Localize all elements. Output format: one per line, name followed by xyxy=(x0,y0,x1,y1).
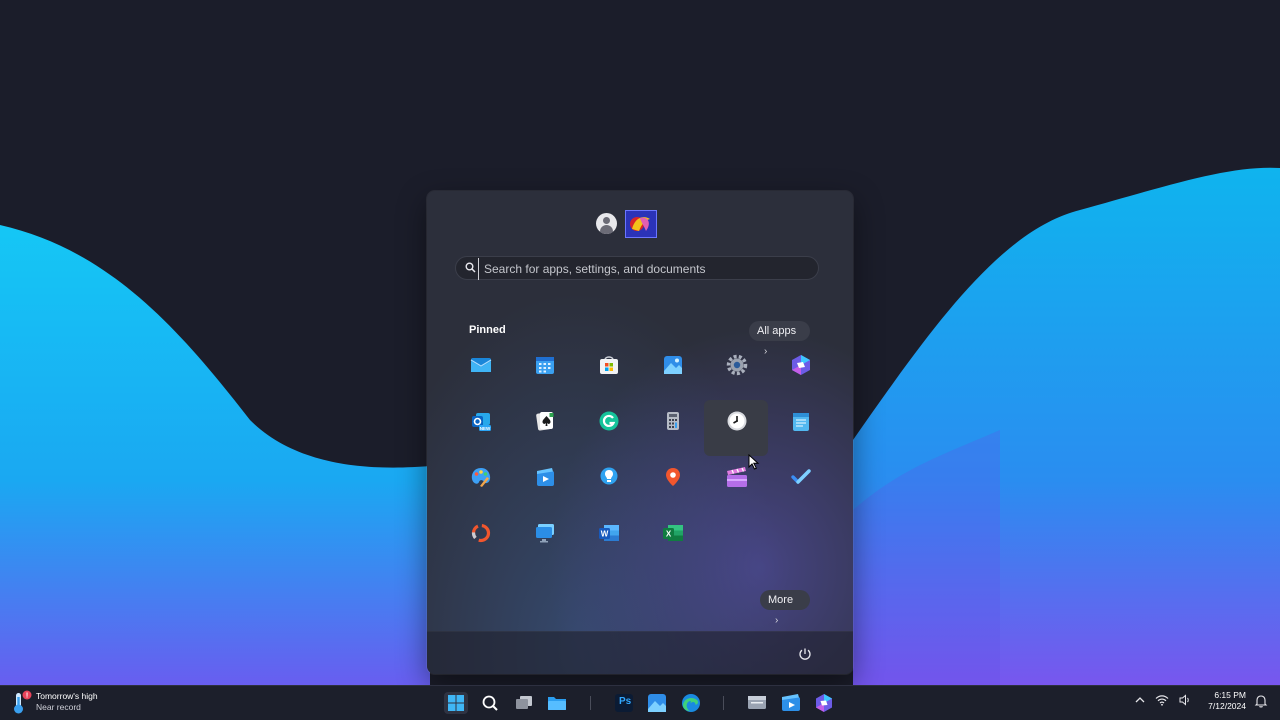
pinned-app-clipchamp[interactable] xyxy=(512,456,576,512)
pinned-app-photos[interactable] xyxy=(640,344,704,400)
file-explorer-icon xyxy=(548,697,566,710)
tray-overflow-chevron-icon[interactable] xyxy=(1134,694,1146,709)
excel-icon: X xyxy=(663,525,683,541)
svg-text:W: W xyxy=(601,530,609,539)
pinned-app-excel[interactable]: X xyxy=(640,512,704,568)
weather-widget[interactable]: ! Tomorrow's high Near record xyxy=(10,689,120,717)
pinned-app-solitaire[interactable] xyxy=(512,400,576,456)
settings-gear-icon xyxy=(726,354,748,376)
todo-icon xyxy=(791,469,811,484)
taskbar-separator xyxy=(590,696,591,710)
pinned-app-calendar[interactable] xyxy=(512,344,576,400)
taskbar-separator xyxy=(723,696,724,710)
word-icon: W xyxy=(599,525,619,541)
solitaire-icon xyxy=(536,412,554,431)
chevron-right-icon: › xyxy=(775,615,779,626)
clipchamp-icon xyxy=(782,694,800,711)
more-button[interactable]: More › xyxy=(760,590,810,626)
mail-icon xyxy=(470,358,492,372)
taskbar-search-button[interactable] xyxy=(478,692,502,714)
account-logo-avatar[interactable] xyxy=(625,210,657,238)
svg-text:NEW: NEW xyxy=(480,426,491,431)
volume-icon[interactable] xyxy=(1178,694,1192,709)
clock-time: 6:15 PM xyxy=(1214,690,1246,700)
avatar-body-shape xyxy=(600,225,613,234)
start-menu: Pinned All apps› xyxy=(427,191,853,674)
pinned-app-notepad[interactable] xyxy=(768,400,832,456)
pinned-app-maps[interactable] xyxy=(640,456,704,512)
photos-icon xyxy=(664,356,682,374)
clapboard-icon xyxy=(727,467,747,487)
pinned-app-mail[interactable] xyxy=(448,344,512,400)
start-menu-footer xyxy=(427,631,853,674)
taskbar-clipchamp-button[interactable] xyxy=(779,692,803,714)
taskbar-start-button[interactable] xyxy=(444,692,468,714)
photoshop-label: Ps xyxy=(619,696,632,707)
taskbar: ! Tomorrow's high Near record Ps 6:15 PM… xyxy=(0,685,1280,720)
search-input[interactable] xyxy=(478,258,816,280)
pinned-section-title: Pinned xyxy=(469,324,506,336)
tips-icon xyxy=(600,467,618,485)
mouse-cursor-icon xyxy=(748,454,760,470)
file-manager-icon xyxy=(748,696,766,709)
notepad-icon xyxy=(793,413,809,431)
svg-text:!: ! xyxy=(26,693,28,700)
copilot-icon xyxy=(792,355,810,375)
grammarly-icon xyxy=(599,411,619,431)
thermometer-icon: ! xyxy=(14,690,32,714)
microsoft-store-icon xyxy=(600,356,618,374)
taskbar-task-view-button[interactable] xyxy=(512,692,536,714)
clipchamp-icon xyxy=(537,468,554,486)
taskbar-photoshop-button[interactable]: Ps xyxy=(612,692,636,714)
taskbar-edge-button[interactable] xyxy=(679,692,703,714)
all-apps-label: All apps xyxy=(757,325,797,337)
pinned-app-settings[interactable] xyxy=(704,344,768,400)
taskbar-file-explorer-button[interactable] xyxy=(545,692,569,714)
taskbar-copilot-button[interactable] xyxy=(812,692,836,714)
avatar-head-shape xyxy=(603,217,610,224)
remote-desktop-icon xyxy=(536,524,554,543)
account-logo-icon xyxy=(630,217,650,231)
calculator-icon xyxy=(667,412,679,430)
pinned-app-word[interactable]: W xyxy=(576,512,640,568)
search-icon xyxy=(465,262,476,273)
maps-icon xyxy=(666,468,680,486)
taskbar-file-manager-button[interactable] xyxy=(745,692,769,714)
weather-title: Tomorrow's high xyxy=(36,691,98,701)
paint-icon xyxy=(471,468,491,487)
outlook-new-icon: NEW xyxy=(472,413,491,431)
pinned-app-paint[interactable] xyxy=(448,456,512,512)
pinned-app-tips[interactable] xyxy=(576,456,640,512)
pinned-app-remote-desktop[interactable] xyxy=(512,512,576,568)
pinned-app-calculator[interactable] xyxy=(640,400,704,456)
pinned-app-copilot[interactable] xyxy=(768,344,832,400)
pinned-app-todo[interactable] xyxy=(768,456,832,512)
calendar-icon xyxy=(536,357,554,374)
svg-text:X: X xyxy=(666,530,672,539)
pinned-app-outlook-new[interactable]: NEW xyxy=(448,400,512,456)
edge-icon xyxy=(682,694,700,712)
copilot-icon xyxy=(816,694,832,712)
pinned-app-microsoft-store[interactable] xyxy=(576,344,640,400)
clock-icon xyxy=(727,411,747,431)
pinned-app-clock[interactable] xyxy=(704,400,768,456)
photos-icon xyxy=(648,694,666,712)
taskbar-photos-button[interactable] xyxy=(645,692,669,714)
pinned-app-grammarly[interactable] xyxy=(576,400,640,456)
pinned-app-media-ring[interactable] xyxy=(448,512,512,568)
wifi-icon[interactable] xyxy=(1155,694,1169,709)
notification-bell-icon[interactable] xyxy=(1254,694,1268,711)
start-icon xyxy=(448,695,464,711)
search-icon xyxy=(482,695,498,711)
search-box[interactable] xyxy=(455,256,819,280)
power-icon[interactable] xyxy=(797,646,813,662)
all-apps-button[interactable]: All apps› xyxy=(749,321,810,357)
clock-date: 7/12/2024 xyxy=(1208,701,1246,711)
taskbar-clock[interactable]: 6:15 PM 7/12/2024 xyxy=(1198,690,1246,712)
weather-subtitle: Near record xyxy=(36,702,81,712)
task-view-icon xyxy=(516,696,532,709)
media-ring-icon xyxy=(471,523,491,543)
more-label: More xyxy=(768,594,794,606)
user-avatar[interactable] xyxy=(596,213,617,234)
